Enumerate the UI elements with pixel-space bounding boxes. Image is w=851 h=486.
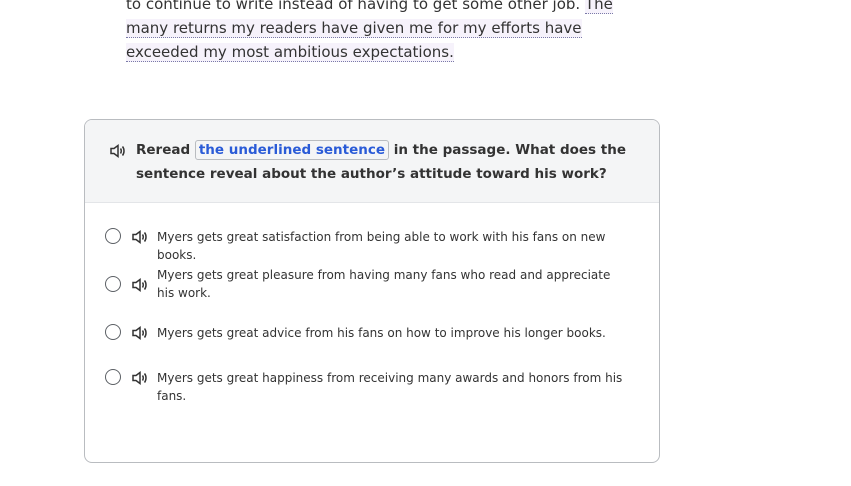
speaker-icon[interactable] (131, 370, 149, 386)
question-card: Reread the underlined sentence in the pa… (84, 119, 660, 463)
radio-button[interactable] (105, 324, 121, 340)
question-prompt: Reread the underlined sentence in the pa… (136, 138, 636, 186)
question-prefix: Reread (136, 142, 195, 158)
answer-option-1[interactable]: Myers gets great satisfaction from being… (85, 224, 659, 262)
speaker-icon[interactable] (131, 229, 149, 245)
answer-option-3[interactable]: Myers gets great advice from his fans on… (85, 320, 659, 346)
radio-button[interactable] (105, 276, 121, 292)
speaker-icon[interactable] (109, 142, 127, 160)
question-header: Reread the underlined sentence in the pa… (85, 120, 659, 203)
speaker-icon[interactable] (131, 325, 149, 341)
speaker-icon[interactable] (131, 277, 149, 293)
passage-text-before: to continue to write instead of having t… (126, 0, 585, 13)
underlined-sentence-link[interactable]: the underlined sentence (194, 140, 390, 160)
radio-button[interactable] (105, 228, 121, 244)
option-text: Myers gets great happiness from receivin… (157, 371, 623, 403)
option-text: Myers gets great advice from his fans on… (157, 326, 606, 340)
passage-text: to continue to write instead of having t… (126, 0, 636, 64)
radio-button[interactable] (105, 369, 121, 385)
answer-option-4[interactable]: Myers gets great happiness from receivin… (85, 365, 659, 403)
option-text: Myers gets great satisfaction from being… (157, 230, 606, 262)
option-text: Myers gets great pleasure from having ma… (157, 268, 611, 300)
answer-option-2[interactable]: Myers gets great pleasure from having ma… (85, 264, 659, 308)
